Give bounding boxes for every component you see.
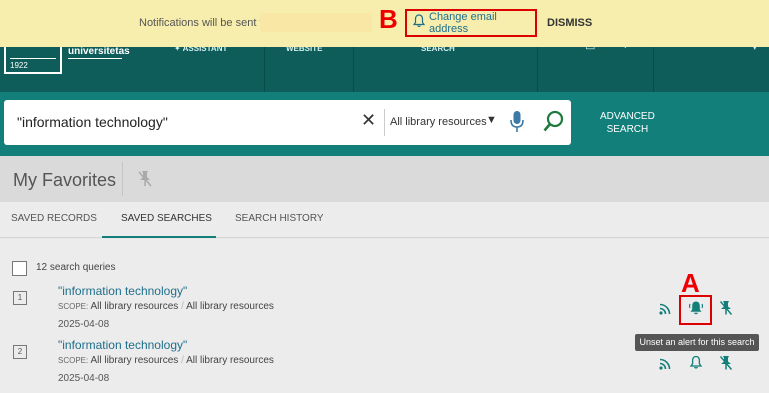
bell-icon [412,13,426,33]
annotation-label-b: B [379,4,398,34]
search-bar-area: "information technology" ✕ All library r… [0,92,769,156]
saved-search-scope: SCOPE: All library resources / All libra… [58,301,274,312]
nav-divider [264,42,265,92]
caret-down-icon[interactable]: ▼ [486,114,497,126]
annotation-box-a [679,295,712,325]
notification-bar: Notifications will be sent tc B Change e… [0,0,769,47]
saved-search-date: 2025-04-08 [58,373,110,384]
scope-separator: / [181,301,184,312]
change-email-button[interactable]: Change email address [405,9,537,37]
advanced-search-line1: ADVANCED [600,111,655,122]
logo-divider [10,58,56,59]
bell-icon[interactable] [689,355,703,375]
notification-email-redacted [260,13,372,32]
tab-saved-records[interactable]: SAVED RECORDS [11,213,97,224]
saved-search-scope: SCOPE: All library resources / All libra… [58,355,274,366]
row-number: 1 [13,291,27,305]
advanced-search-line2: SEARCH [606,124,649,135]
scope-value: All library resources [90,301,179,312]
scope-key: SCOPE: [58,356,89,365]
rss-icon[interactable] [659,357,671,375]
tab-saved-searches[interactable]: SAVED SEARCHES [121,213,212,224]
unpin-icon[interactable] [137,170,153,193]
favorites-bar: My Favorites [0,156,769,202]
microphone-icon[interactable] [510,110,524,139]
page-title: My Favorites [13,170,117,190]
logo-underline [68,58,122,59]
notification-text: Notifications will be sent tc [139,17,268,29]
nav-divider [353,42,354,92]
saved-search-date: 2025-04-08 [58,319,110,330]
favorites-divider [122,162,123,196]
clear-search-icon[interactable]: ✕ [361,110,376,131]
nav-divider [537,42,538,92]
rss-icon[interactable] [659,302,671,320]
scope-value: All library resources [186,301,274,312]
search-box: "information technology" ✕ All library r… [4,100,571,145]
change-email-label: Change email address [429,11,497,35]
scope-value: All library resources [90,355,179,366]
annotation-label-a: A [681,268,700,298]
scope-value: All library resources [186,355,274,366]
query-count: 12 search queries [36,262,116,273]
dismiss-button[interactable]: DISMISS [547,17,592,29]
search-icon[interactable] [543,110,565,139]
scope-separator: / [181,355,184,366]
saved-search-title[interactable]: "information technology" [58,284,187,298]
select-all-checkbox[interactable] [12,261,27,276]
saved-searches-list: 12 search queries 1 "information technol… [0,239,769,393]
unpin-icon[interactable] [719,300,733,321]
scope-select[interactable]: All library resources [390,116,487,128]
scope-divider [384,109,385,136]
logo-year: 1922 [10,61,28,70]
active-tab-indicator [102,236,216,238]
tab-search-history[interactable]: SEARCH HISTORY [235,213,324,224]
nav-divider [653,42,654,92]
saved-search-title[interactable]: "information technology" [58,338,187,352]
scope-key: SCOPE: [58,302,89,311]
advanced-search-link[interactable]: ADVANCED SEARCH [600,110,655,136]
unpin-icon[interactable] [719,355,733,376]
search-input[interactable]: "information technology" [17,114,168,130]
row-number: 2 [13,345,27,359]
favorites-tabs: SAVED RECORDS SAVED SEARCHES SEARCH HIST… [0,202,769,238]
logo-subtitle: universitetas [68,46,130,57]
alert-tooltip: Unset an alert for this search [635,334,759,351]
